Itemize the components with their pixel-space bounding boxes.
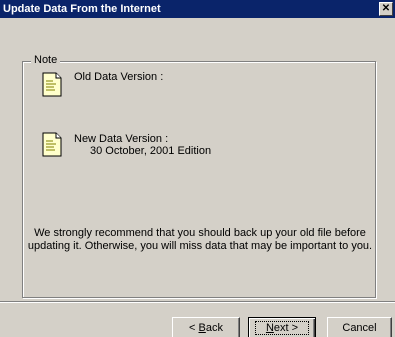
- window-title: Update Data From the Internet: [3, 3, 161, 15]
- close-icon[interactable]: ✕: [379, 2, 393, 16]
- note-groupbox: Note Old Data Version : New Data Version…: [22, 54, 377, 298]
- next-button-label: Next >: [254, 321, 310, 335]
- back-button[interactable]: < Back: [172, 317, 240, 337]
- old-data-label: Old Data Version :: [74, 71, 164, 83]
- next-button[interactable]: Next >: [248, 317, 316, 337]
- title-bar: Update Data From the Internet ✕: [0, 0, 395, 18]
- new-data-value: 30 October, 2001 Edition: [90, 145, 212, 157]
- document-icon: [42, 72, 62, 97]
- dialog-body: Note Old Data Version : New Data Version…: [0, 18, 395, 337]
- document-icon: [42, 132, 62, 157]
- note-legend: Note: [31, 54, 61, 66]
- recommendation-line-2: updating it. Otherwise, you will miss da…: [27, 240, 373, 252]
- cancel-button[interactable]: Cancel: [327, 317, 392, 337]
- recommendation-text: We strongly recommend that you should ba…: [23, 227, 377, 253]
- separator: [0, 301, 395, 303]
- back-button-label: < Back: [189, 322, 223, 334]
- recommendation-line-1: We strongly recommend that you should ba…: [34, 227, 366, 239]
